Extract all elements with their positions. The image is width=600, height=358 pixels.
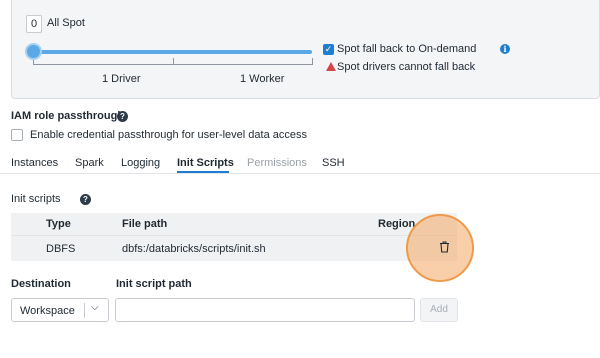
column-header-file-path: File path xyxy=(122,218,168,230)
tab-ssh[interactable]: SSH xyxy=(322,157,345,169)
slider-scale-divider xyxy=(173,58,174,65)
tab-logging[interactable]: Logging xyxy=(121,157,160,169)
credential-passthrough-checkbox[interactable] xyxy=(11,129,23,141)
iam-section-title: IAM role passthrough xyxy=(11,110,125,122)
chevron-down-icon[interactable]: ⌵ xyxy=(91,302,99,313)
spot-label: All Spot xyxy=(47,17,85,29)
row-type: DBFS xyxy=(46,243,76,255)
spot-count-input[interactable]: 0 xyxy=(26,15,42,33)
init-scripts-table-header: Type File path Region xyxy=(11,213,457,235)
credential-passthrough-label: Enable credential passthrough for user-l… xyxy=(30,129,307,141)
spot-fallback-checkbox[interactable]: ✓ xyxy=(323,44,334,55)
column-header-type: Type xyxy=(46,218,71,230)
help-icon[interactable]: ? xyxy=(80,194,91,205)
tab-instances[interactable]: Instances xyxy=(11,157,58,169)
destination-value: Workspace xyxy=(20,305,75,317)
help-icon[interactable]: ? xyxy=(117,111,128,122)
spot-warning-text: Spot drivers cannot fall back xyxy=(337,61,476,73)
table-row: DBFS dbfs:/databricks/scripts/init.sh xyxy=(11,235,457,261)
tab-spark[interactable]: Spark xyxy=(75,157,104,169)
warning-icon xyxy=(326,62,336,71)
destination-select[interactable]: Workspace ⌵ xyxy=(11,298,109,322)
tab-permissions: Permissions xyxy=(247,157,307,169)
init-script-path-label: Init script path xyxy=(116,278,192,290)
row-file-path: dbfs:/databricks/scripts/init.sh xyxy=(122,243,266,255)
init-script-path-input[interactable] xyxy=(115,298,415,322)
init-scripts-title: Init scripts xyxy=(11,193,61,205)
spot-fallback-label: Spot fall back to On-demand xyxy=(337,43,477,55)
destination-label: Destination xyxy=(11,278,71,290)
spot-slider-handle[interactable] xyxy=(25,43,42,60)
tab-init-scripts[interactable]: Init Scripts xyxy=(177,157,234,169)
add-button[interactable]: Add xyxy=(420,298,458,322)
scale-label-worker: 1 Worker xyxy=(240,73,285,85)
scale-label-driver: 1 Driver xyxy=(102,73,141,85)
trash-icon[interactable] xyxy=(439,241,450,253)
column-header-region: Region xyxy=(378,218,416,230)
info-icon[interactable]: i xyxy=(500,44,510,54)
spot-slider-track[interactable] xyxy=(32,50,312,54)
active-tab-indicator xyxy=(177,171,229,173)
select-divider xyxy=(84,303,85,318)
